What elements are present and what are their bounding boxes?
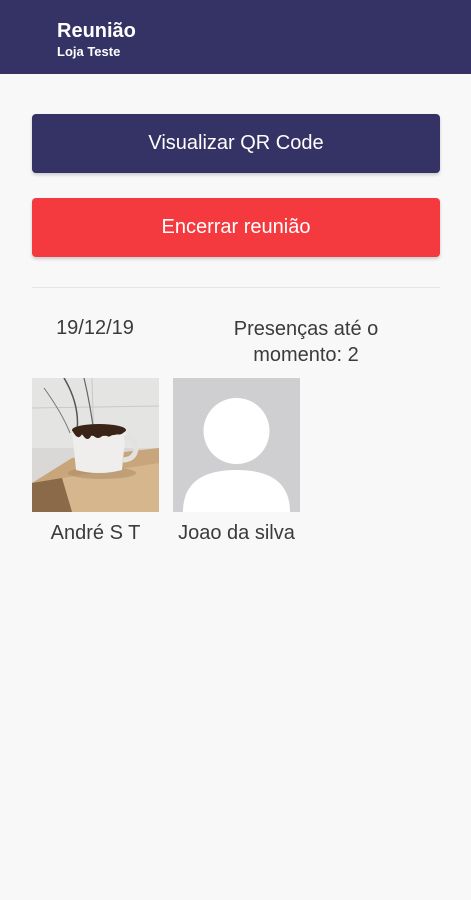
mug-photo-icon <box>32 378 159 512</box>
app-screen: Reunião Loja Teste Visualizar QR Code En… <box>0 0 471 900</box>
attendee-card[interactable]: Joao da silva <box>173 378 300 546</box>
attendee-name: Joao da silva <box>178 522 295 544</box>
presence-count: Presenças até o momento: 2 <box>233 318 379 366</box>
attendee-photo <box>32 378 159 512</box>
page-subtitle: Loja Teste <box>57 44 121 59</box>
app-bar: Reunião Loja Teste <box>0 0 471 74</box>
divider <box>32 287 440 288</box>
page-title: Reunião <box>57 20 136 42</box>
meeting-date: 19/12/19 <box>56 317 134 339</box>
attendee-photo <box>173 378 300 512</box>
default-avatar-icon <box>173 378 300 512</box>
attendee-name: André S T <box>50 522 141 544</box>
view-qr-code-button[interactable]: Visualizar QR Code <box>32 114 440 173</box>
end-meeting-button[interactable]: Encerrar reunião <box>32 198 440 257</box>
attendee-card[interactable]: André S T <box>32 378 159 546</box>
